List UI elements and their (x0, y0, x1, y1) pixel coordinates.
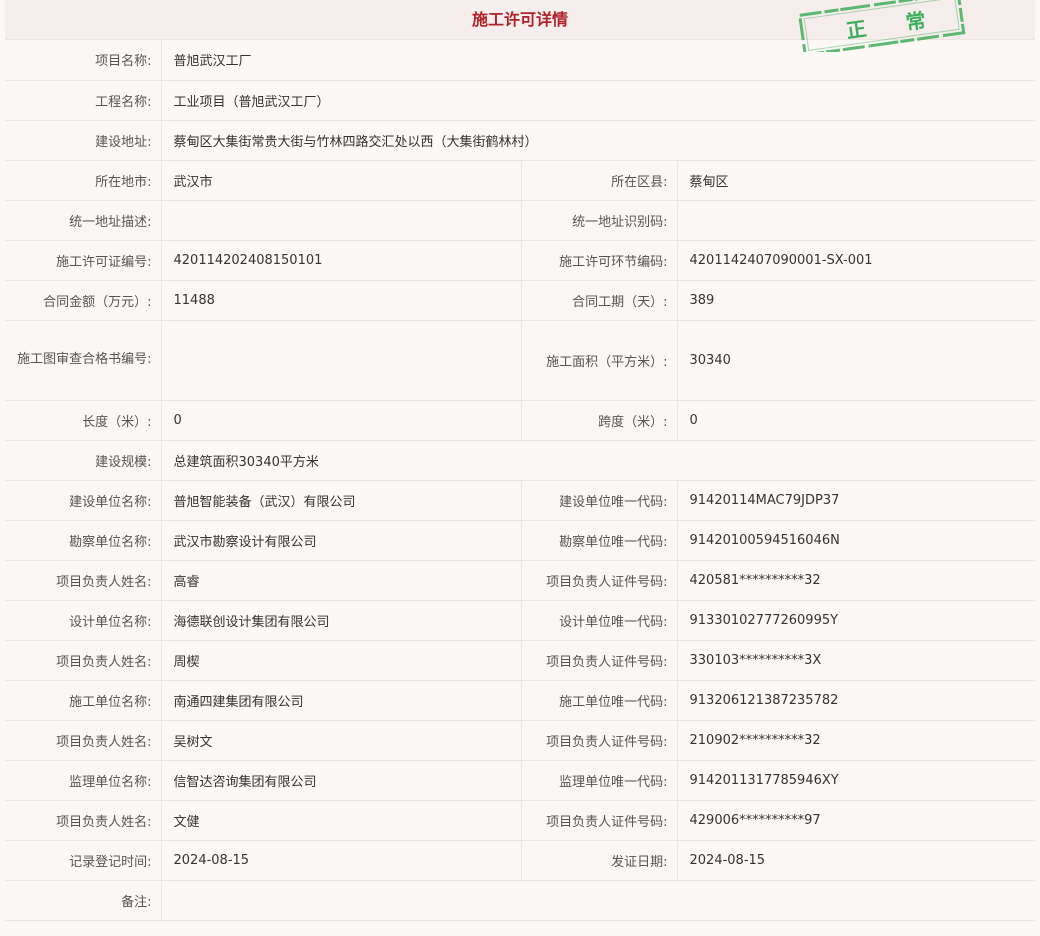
table-row: 建设规模: 总建筑面积30340平方米 (5, 440, 1035, 481)
contract-period-value: 389 (677, 280, 1035, 321)
supervisor-name-label: 监理单位名称: (5, 760, 162, 801)
project-name-label: 项目名称: (5, 40, 162, 81)
table-row: 长度（米）: 0 跨度（米）: 0 (5, 400, 1035, 441)
table-row: 备注: (5, 880, 1035, 921)
engineering-name-label: 工程名称: (5, 80, 162, 121)
table-row: 项目负责人姓名: 文健 项目负责人证件号码: 429006**********9… (5, 800, 1035, 841)
supervisor-name-value: 信智达咨询集团有限公司 (161, 760, 522, 801)
survey-code-label: 勘察单位唯一代码: (521, 520, 678, 561)
record-time-value: 2024-08-15 (161, 840, 522, 881)
record-time-label: 记录登记时间: (5, 840, 162, 881)
build-scale-value: 总建筑面积30340平方米 (161, 440, 1035, 481)
table-row: 勘察单位名称: 武汉市勘察设计有限公司 勘察单位唯一代码: 9142010059… (5, 520, 1035, 561)
page-title: 施工许可详情 (5, 0, 1035, 40)
table-row: 施工许可证编号: 420114202408150101 施工许可环节编码: 42… (5, 240, 1035, 281)
table-row: 项目负责人姓名: 周楔 项目负责人证件号码: 330103**********3… (5, 640, 1035, 681)
supervisor-code-value: 9142011317785946XY (677, 760, 1035, 801)
table-row: 工程名称: 工业项目（普旭武汉工厂） (5, 80, 1035, 121)
builder-name-value: 普旭智能装备（武汉）有限公司 (161, 480, 522, 521)
constructor-code-label: 施工单位唯一代码: (521, 680, 678, 721)
build-address-label: 建设地址: (5, 120, 162, 161)
engineering-name-value: 工业项目（普旭武汉工厂） (161, 80, 1035, 121)
unified-address-code-value (677, 200, 1035, 241)
city-label: 所在地市: (5, 160, 162, 201)
table-row: 项目负责人姓名: 吴树文 项目负责人证件号码: 210902**********… (5, 720, 1035, 761)
constructor-name-value: 南通四建集团有限公司 (161, 680, 522, 721)
build-scale-label: 建设规模: (5, 440, 162, 481)
survey-pm-id-value: 420581**********32 (677, 560, 1035, 601)
remarks-value (161, 880, 1035, 921)
survey-code-value: 91420100594516046N (677, 520, 1035, 561)
length-label: 长度（米）: (5, 400, 162, 441)
contract-period-label: 合同工期（天）: (521, 280, 678, 321)
table-row: 合同金额（万元）: 11488 合同工期（天）: 389 (5, 280, 1035, 321)
constructor-pm-name-value: 吴树文 (161, 720, 522, 761)
builder-code-value: 91420114MAC79JDP37 (677, 480, 1035, 521)
table-row: 施工图审查合格书编号: 施工面积（平方米）: 30340 (5, 320, 1035, 401)
design-pm-name-value: 周楔 (161, 640, 522, 681)
supervisor-pm-name-label: 项目负责人姓名: (5, 800, 162, 841)
table-row: 项目负责人姓名: 高睿 项目负责人证件号码: 420581**********3… (5, 560, 1035, 601)
span-value: 0 (677, 400, 1035, 441)
issue-date-label: 发证日期: (521, 840, 678, 881)
unified-address-code-label: 统一地址识别码: (521, 200, 678, 241)
length-value: 0 (161, 400, 522, 441)
construction-area-value: 30340 (677, 320, 1035, 401)
constructor-code-value: 913206121387235782 (677, 680, 1035, 721)
supervisor-pm-id-value: 429006**********97 (677, 800, 1035, 841)
design-pm-name-label: 项目负责人姓名: (5, 640, 162, 681)
survey-pm-name-value: 高睿 (161, 560, 522, 601)
drawing-review-no-label: 施工图审查合格书编号: (5, 320, 162, 401)
table-row: 记录登记时间: 2024-08-15 发证日期: 2024-08-15 (5, 840, 1035, 881)
design-code-label: 设计单位唯一代码: (521, 600, 678, 641)
constructor-pm-id-label: 项目负责人证件号码: (521, 720, 678, 761)
drawing-review-no-value (161, 320, 522, 401)
constructor-pm-id-value: 210902**********32 (677, 720, 1035, 761)
design-pm-id-label: 项目负责人证件号码: (521, 640, 678, 681)
construction-area-label: 施工面积（平方米）: (521, 320, 678, 401)
design-code-value: 91330102777260995Y (677, 600, 1035, 641)
table-row: 所在地市: 武汉市 所在区县: 蔡甸区 (5, 160, 1035, 201)
survey-name-value: 武汉市勘察设计有限公司 (161, 520, 522, 561)
district-value: 蔡甸区 (677, 160, 1035, 201)
table-row: 建设单位名称: 普旭智能装备（武汉）有限公司 建设单位唯一代码: 9142011… (5, 480, 1035, 521)
permit-link-code-value: 4201142407090001-SX-001 (677, 240, 1035, 281)
supervisor-code-label: 监理单位唯一代码: (521, 760, 678, 801)
remarks-label: 备注: (5, 880, 162, 921)
project-name-value: 普旭武汉工厂 (161, 40, 1035, 81)
district-label: 所在区县: (521, 160, 678, 201)
constructor-name-label: 施工单位名称: (5, 680, 162, 721)
contract-amount-value: 11488 (161, 280, 522, 321)
span-label: 跨度（米）: (521, 400, 678, 441)
issue-date-value: 2024-08-15 (677, 840, 1035, 881)
survey-pm-name-label: 项目负责人姓名: (5, 560, 162, 601)
contract-amount-label: 合同金额（万元）: (5, 280, 162, 321)
builder-name-label: 建设单位名称: (5, 480, 162, 521)
table-row: 建设地址: 蔡甸区大集街常贵大街与竹林四路交汇处以西（大集街鹤林村） (5, 120, 1035, 161)
permit-detail-page: 施工许可详情 项目名称: 普旭武汉工厂 工程名称: 工业项目（普旭武汉工厂） 建… (5, 0, 1035, 921)
unified-address-desc-value (161, 200, 522, 241)
design-name-label: 设计单位名称: (5, 600, 162, 641)
table-row: 统一地址描述: 统一地址识别码: (5, 200, 1035, 241)
supervisor-pm-id-label: 项目负责人证件号码: (521, 800, 678, 841)
constructor-pm-name-label: 项目负责人姓名: (5, 720, 162, 761)
builder-code-label: 建设单位唯一代码: (521, 480, 678, 521)
unified-address-desc-label: 统一地址描述: (5, 200, 162, 241)
design-pm-id-value: 330103**********3X (677, 640, 1035, 681)
permit-number-label: 施工许可证编号: (5, 240, 162, 281)
build-address-value: 蔡甸区大集街常贵大街与竹林四路交汇处以西（大集街鹤林村） (161, 120, 1035, 161)
table-row: 设计单位名称: 海德联创设计集团有限公司 设计单位唯一代码: 913301027… (5, 600, 1035, 641)
survey-name-label: 勘察单位名称: (5, 520, 162, 561)
table-row: 监理单位名称: 信智达咨询集团有限公司 监理单位唯一代码: 9142011317… (5, 760, 1035, 801)
permit-number-value: 420114202408150101 (161, 240, 522, 281)
table-row: 项目名称: 普旭武汉工厂 (5, 40, 1035, 81)
city-value: 武汉市 (161, 160, 522, 201)
supervisor-pm-name-value: 文健 (161, 800, 522, 841)
table-row: 施工单位名称: 南通四建集团有限公司 施工单位唯一代码: 91320612138… (5, 680, 1035, 721)
design-name-value: 海德联创设计集团有限公司 (161, 600, 522, 641)
permit-detail-table: 项目名称: 普旭武汉工厂 工程名称: 工业项目（普旭武汉工厂） 建设地址: 蔡甸… (5, 40, 1035, 921)
permit-link-code-label: 施工许可环节编码: (521, 240, 678, 281)
survey-pm-id-label: 项目负责人证件号码: (521, 560, 678, 601)
